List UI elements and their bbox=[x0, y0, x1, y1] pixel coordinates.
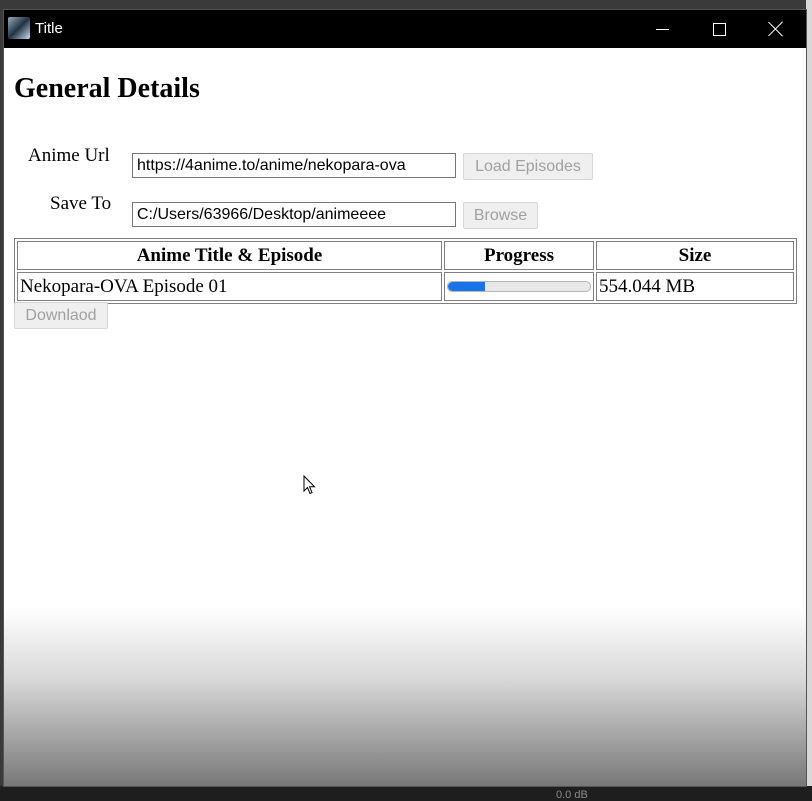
window-title: Title bbox=[35, 20, 63, 37]
app-icon bbox=[8, 17, 30, 39]
episodes-table: Anime Title & Episode Progress Size Neko… bbox=[14, 238, 797, 304]
episode-title: Nekopara-OVA Episode 01 bbox=[17, 272, 442, 301]
anime-url-label: Anime Url bbox=[28, 145, 110, 166]
mouse-cursor-icon bbox=[303, 475, 316, 495]
table-header-row: Anime Title & Episode Progress Size bbox=[17, 241, 794, 270]
main-content: General Details Anime Url Load Episodes … bbox=[4, 48, 806, 786]
taskbar-strip bbox=[0, 786, 812, 801]
title-bar[interactable]: Title bbox=[4, 10, 806, 48]
maximize-icon bbox=[712, 22, 726, 36]
close-button[interactable] bbox=[748, 10, 804, 48]
header-title: Anime Title & Episode bbox=[17, 241, 442, 270]
header-progress: Progress bbox=[444, 241, 594, 270]
progress-bar bbox=[447, 281, 591, 292]
minimize-icon bbox=[655, 28, 669, 30]
page-title: General Details bbox=[14, 73, 200, 104]
maximize-button[interactable] bbox=[691, 10, 747, 48]
progress-bar-fill bbox=[448, 282, 485, 291]
anime-url-input[interactable] bbox=[132, 153, 456, 178]
table-row: Nekopara-OVA Episode 01 554.044 MB bbox=[17, 272, 794, 301]
bottom-fade-overlay bbox=[4, 608, 806, 786]
browse-button[interactable]: Browse bbox=[463, 202, 538, 229]
desktop-background bbox=[806, 0, 812, 801]
app-window: Title General Details Anime Url Load Epi… bbox=[4, 10, 806, 786]
save-to-input[interactable] bbox=[132, 202, 456, 227]
close-icon bbox=[768, 21, 784, 37]
download-button[interactable]: Downlaod bbox=[14, 302, 108, 329]
header-size: Size bbox=[596, 241, 794, 270]
audio-level-text: 0.0 dB bbox=[556, 789, 588, 801]
minimize-button[interactable] bbox=[634, 10, 690, 48]
episode-progress-cell bbox=[444, 272, 594, 301]
save-to-label: Save To bbox=[50, 193, 112, 214]
load-episodes-button[interactable]: Load Episodes bbox=[463, 153, 593, 180]
episode-size: 554.044 MB bbox=[596, 272, 794, 301]
